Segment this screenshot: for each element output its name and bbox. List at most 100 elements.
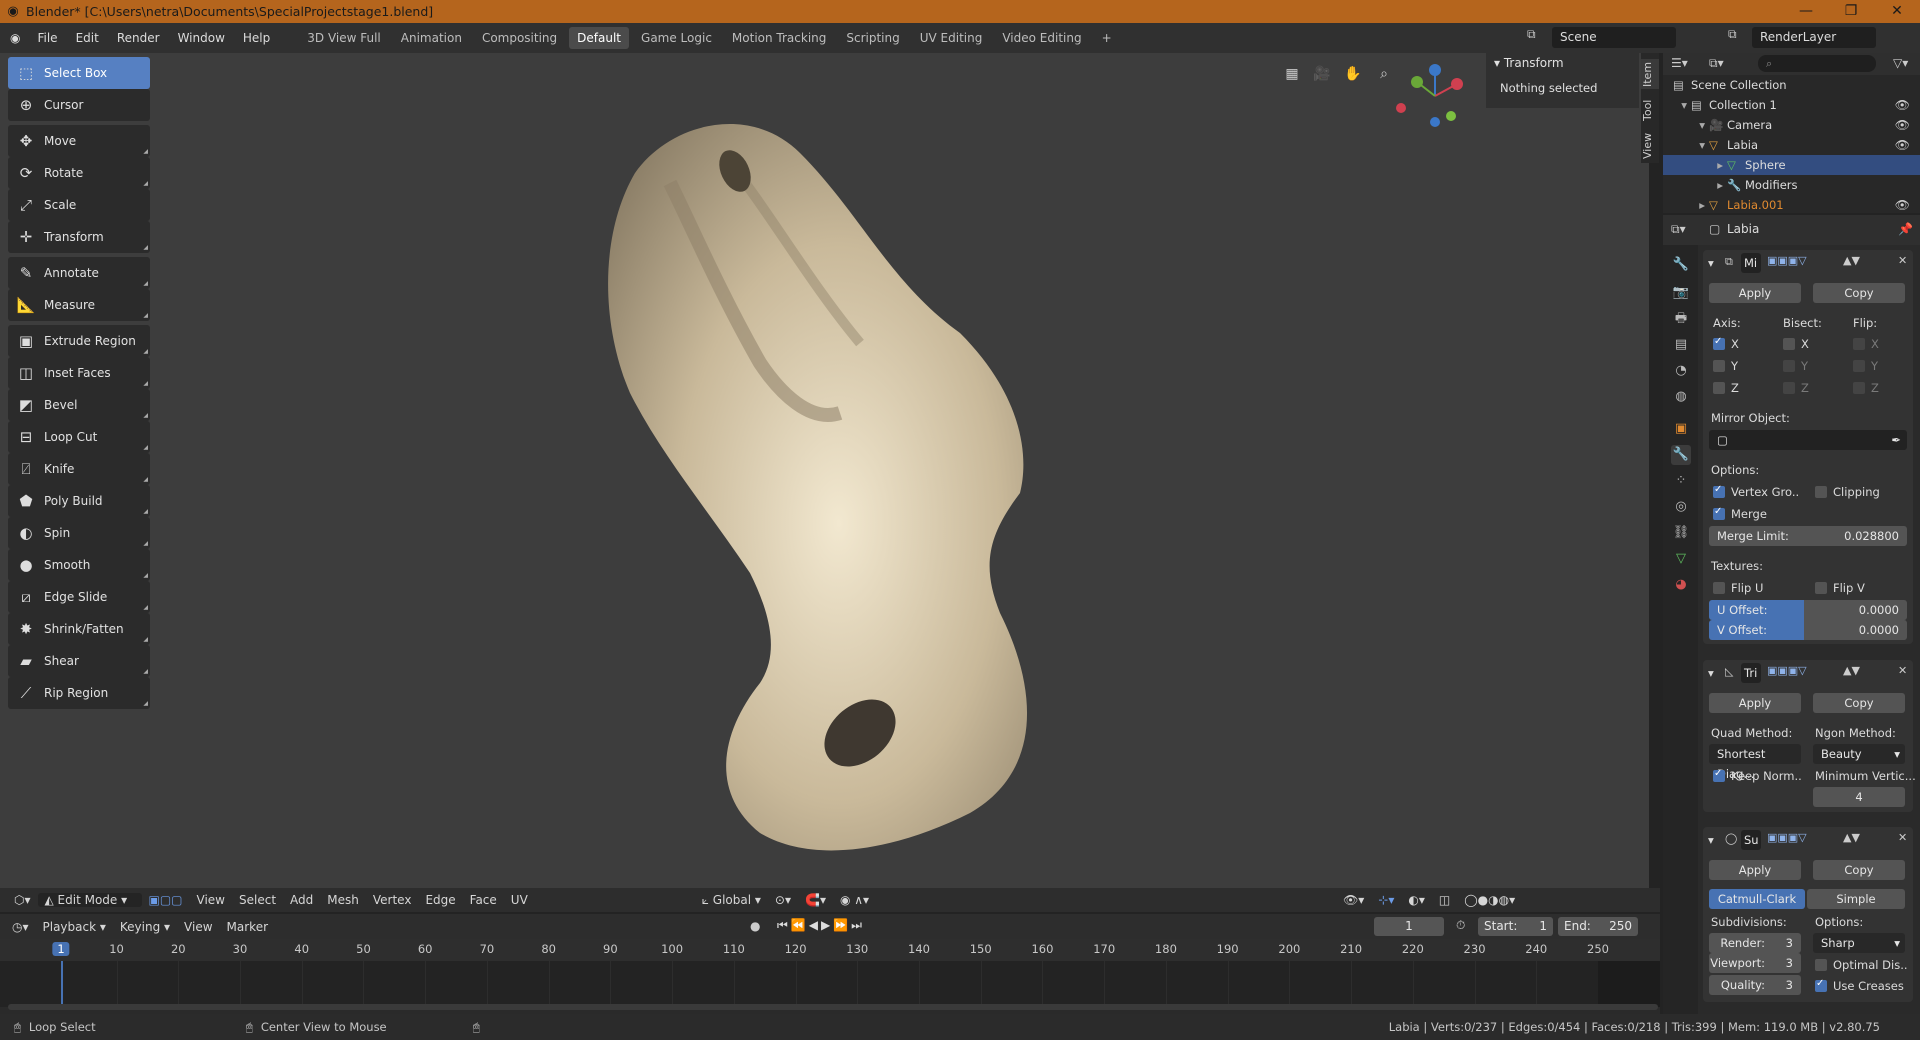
start-frame-field[interactable]: Start: 1 (1478, 917, 1553, 936)
tool-move[interactable]: ✥ Move ◢ (8, 125, 150, 157)
outliner-row[interactable]: ▸ ▽ Sphere (1663, 155, 1920, 175)
bisect-x-checkbox[interactable] (1783, 338, 1795, 350)
u-offset-field[interactable]: U Offset: 0.0000 (1709, 600, 1907, 620)
preview-range-icon[interactable]: ⏱ (1456, 918, 1465, 933)
workspace-tab-animation[interactable]: Animation (393, 27, 470, 49)
view-layer-icon[interactable]: ⧉ (1728, 27, 1737, 42)
tool-extrude-region[interactable]: ▣ Extrude Region ◢ (8, 325, 150, 357)
tab-view[interactable]: View (1641, 131, 1659, 161)
modifier-visibility-icons[interactable]: ▣▣▣▽ (1767, 254, 1807, 267)
minimize-button[interactable]: — (1783, 0, 1829, 23)
transform-header[interactable]: ▾ Transform (1486, 53, 1639, 73)
tab-tool[interactable]: Tool (1641, 95, 1659, 125)
min-vertices-field[interactable]: 4 (1813, 787, 1905, 807)
scene-tab-icon[interactable]: ◔ (1671, 361, 1691, 381)
menu-file[interactable]: File (28, 23, 66, 53)
menu-mesh[interactable]: Mesh (320, 893, 366, 907)
visibility-eye-icon[interactable]: 👁 (1895, 118, 1910, 132)
outliner-row[interactable]: ▤ Scene Collection (1663, 75, 1920, 95)
menu-playback[interactable]: Playback ▾ (36, 920, 113, 934)
outliner-row[interactable]: ▾ ▤ Collection 1 👁 (1663, 95, 1920, 115)
tool-loop-cut[interactable]: ⊟ Loop Cut ◢ (8, 421, 150, 453)
proportional-edit-icon[interactable]: ◉ ∧▾ (833, 893, 876, 907)
flip-z-checkbox[interactable] (1853, 382, 1865, 394)
simple-button[interactable]: Simple (1807, 889, 1905, 909)
record-icon[interactable]: ● (750, 919, 760, 933)
apply-button[interactable]: Apply (1709, 860, 1801, 880)
remove-modifier-icon[interactable]: ✕ (1898, 254, 1907, 267)
object-tab-icon[interactable]: ▣ (1671, 419, 1691, 439)
collapse-icon[interactable]: ▾ (1708, 833, 1714, 847)
render-tab-icon[interactable]: 📷 (1671, 283, 1691, 303)
menu-add[interactable]: Add (283, 893, 320, 907)
use-creases-checkbox[interactable] (1815, 978, 1827, 992)
display-mode-icon[interactable]: ⧉▾ (1709, 56, 1724, 71)
axis-y-checkbox[interactable] (1713, 360, 1725, 372)
keep-normals-checkbox[interactable] (1713, 768, 1725, 782)
menu-select[interactable]: Select (232, 893, 283, 907)
workspace-tab-3d-view-full[interactable]: 3D View Full (299, 27, 389, 49)
expand-arrow-icon[interactable]: ▾ (1663, 118, 1709, 132)
menu-marker[interactable]: Marker (220, 920, 275, 934)
workspace-tab-default[interactable]: Default (569, 27, 630, 49)
subsurf-name-field[interactable]: Su (1741, 830, 1761, 850)
timeline-tracks[interactable] (0, 961, 1660, 1007)
tool-annotate[interactable]: ✎ Annotate ◢ (8, 257, 150, 289)
current-frame-field[interactable]: 1 (1374, 917, 1444, 936)
tool-shear[interactable]: ▰ Shear ◢ (8, 645, 150, 677)
menu-window[interactable]: Window (169, 23, 234, 53)
workspace-tab-video-editing[interactable]: Video Editing (994, 27, 1089, 49)
mirror-object-field[interactable]: ▢ ✒ (1709, 430, 1907, 450)
shading-mode-icons[interactable]: ◯●◑◍▾ (1457, 893, 1522, 907)
editor-type-icon[interactable]: ⬡▾ (0, 893, 38, 907)
tool-rotate[interactable]: ⟳ Rotate ◢ (8, 157, 150, 189)
mode-dropdown[interactable]: ◭ Edit Mode ▾ (37, 893, 142, 907)
constraints-tab-icon[interactable]: ⛓ (1671, 523, 1691, 543)
tool-transform[interactable]: ✛ Transform ◢ (8, 221, 150, 253)
modifier-visibility-icons[interactable]: ▣▣▣▽ (1767, 831, 1807, 844)
expand-arrow-icon[interactable]: ▸ (1663, 198, 1709, 212)
menu-edit[interactable]: Edit (67, 23, 108, 53)
menu-edge[interactable]: Edge (418, 893, 462, 907)
gizmo-toggle-icon[interactable]: ⊹▾ (1371, 893, 1401, 907)
merge-limit-field[interactable]: Merge Limit: 0.028800 (1709, 526, 1907, 546)
ngon-method-dropdown[interactable]: Beauty ▾ (1813, 744, 1905, 764)
mirror-name-field[interactable]: Mi (1741, 253, 1761, 273)
visibility-eye-icon[interactable]: 👁 (1895, 138, 1910, 152)
remove-modifier-icon[interactable]: ✕ (1898, 664, 1907, 677)
catmull-clark-button[interactable]: Catmull-Clark (1709, 889, 1805, 909)
tool-cursor[interactable]: ⊕ Cursor (8, 89, 150, 121)
tool-smooth[interactable]: ● Smooth ◢ (8, 549, 150, 581)
camera-view-icon[interactable]: 🎥 (1311, 63, 1333, 85)
mesh-data-tab-icon[interactable]: ▽ (1671, 549, 1691, 569)
timeline-ruler[interactable]: 1 10 20 30 40 50 60 70 80 90 100 110 120 130 140 150 160… (0, 939, 1660, 961)
menu-help[interactable]: Help (234, 23, 279, 53)
tool-measure[interactable]: 📐 Measure ◢ (8, 289, 150, 321)
optimal-display-checkbox[interactable] (1815, 959, 1827, 971)
bisect-z-checkbox[interactable] (1783, 382, 1795, 394)
remove-modifier-icon[interactable]: ✕ (1898, 831, 1907, 844)
visibility-icon[interactable]: 👁▾ (1336, 893, 1371, 907)
collapse-icon[interactable]: ▾ (1708, 666, 1714, 680)
tool-shrink-fatten[interactable]: ✸ Shrink/Fatten ◢ (8, 613, 150, 645)
eyedropper-icon[interactable]: ✒ (1891, 430, 1901, 450)
copy-button[interactable]: Copy (1813, 693, 1905, 713)
timeline-scrollbar[interactable] (8, 1004, 1658, 1010)
tool-inset-faces[interactable]: ◫ Inset Faces ◢ (8, 357, 150, 389)
sculpted-mesh-object[interactable] (560, 93, 1120, 913)
zoom-view-icon[interactable]: ⌕ (1373, 63, 1395, 85)
scene-icon[interactable]: ⧉ (1527, 27, 1536, 42)
vertex-groups-checkbox[interactable] (1713, 484, 1725, 498)
outliner-row[interactable]: ▸ 🔧 Modifiers (1663, 175, 1920, 195)
expand-arrow-icon[interactable]: ▾ (1663, 138, 1709, 152)
view-layer-field[interactable]: RenderLayer (1752, 27, 1876, 48)
tool-scale[interactable]: ⤢ Scale (8, 189, 150, 221)
flip-x-checkbox[interactable] (1853, 338, 1865, 350)
menu-uv[interactable]: UV (504, 893, 535, 907)
workspace-tab-compositing[interactable]: Compositing (474, 27, 565, 49)
toggle-camera-view-icon[interactable]: ▦ (1281, 63, 1303, 85)
snap-icon[interactable]: 🧲▾ (798, 893, 833, 907)
render-levels-field[interactable]: Render: 3 (1709, 933, 1801, 953)
tab-item[interactable]: Item (1641, 59, 1659, 89)
collapse-icon[interactable]: ▾ (1708, 256, 1714, 270)
